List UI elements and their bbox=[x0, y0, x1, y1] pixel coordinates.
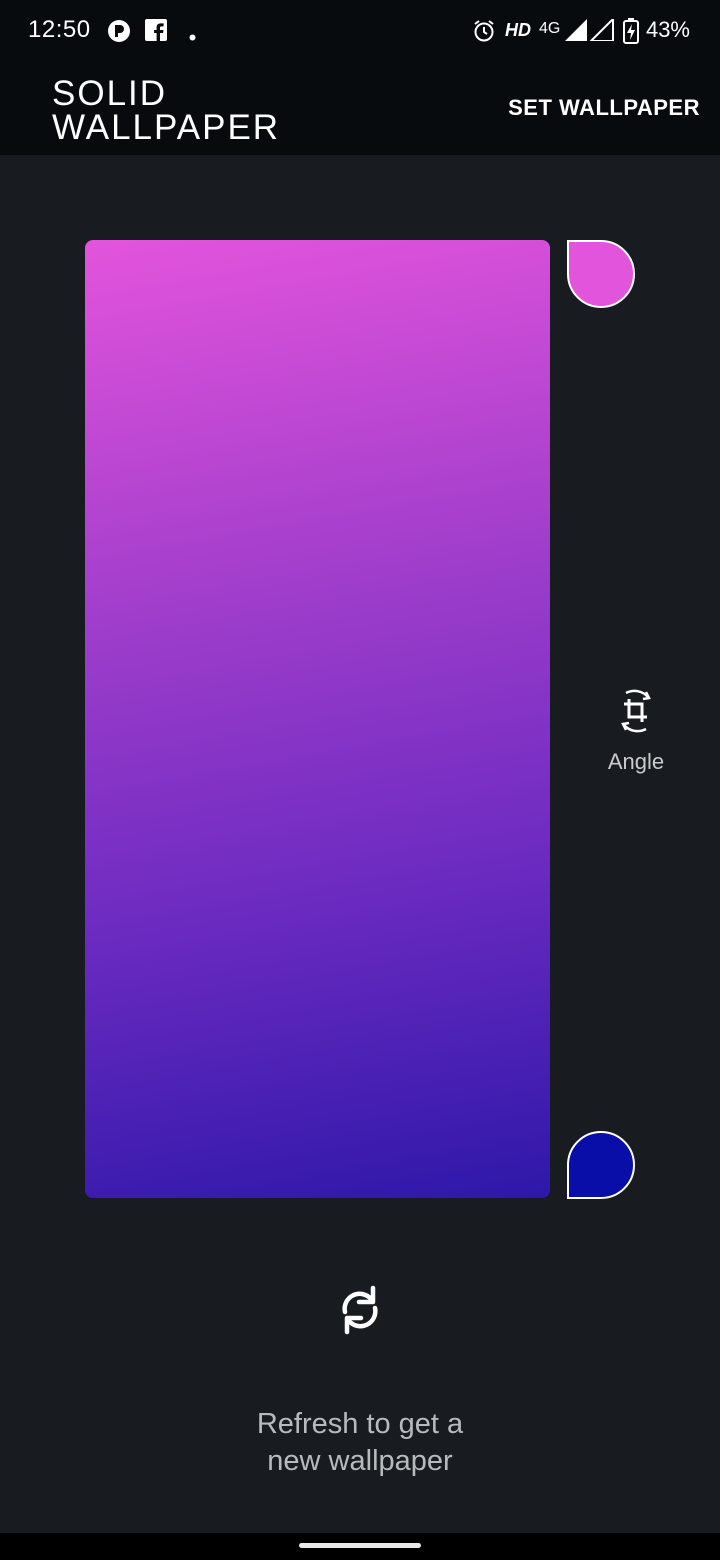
home-gesture-handle[interactable] bbox=[299, 1543, 421, 1548]
network-type-label: 4G bbox=[539, 20, 561, 37]
set-wallpaper-button[interactable]: SET WALLPAPER bbox=[508, 95, 700, 121]
angle-label: Angle bbox=[607, 749, 665, 774]
network-hd-label: HD bbox=[505, 20, 531, 40]
alarm-icon bbox=[472, 19, 496, 48]
crop-rotate-icon bbox=[621, 689, 651, 733]
navigation-bar bbox=[0, 1533, 720, 1560]
refresh-hint: Refresh to get a new wallpaper bbox=[160, 1406, 560, 1480]
logo-line1: SOLID bbox=[52, 74, 168, 113]
battery-percent: 43% bbox=[645, 17, 690, 42]
app-notification-icon bbox=[107, 19, 131, 48]
bottom-color-swatch[interactable] bbox=[567, 1131, 635, 1199]
refresh-button[interactable] bbox=[335, 1284, 385, 1336]
status-bar: 12:50 HD 4G 43% bbox=[0, 0, 720, 62]
battery-charging-icon bbox=[623, 18, 639, 49]
facebook-icon bbox=[145, 19, 167, 46]
refresh-icon bbox=[342, 1285, 378, 1335]
angle-button[interactable]: Angle bbox=[595, 688, 677, 780]
refresh-hint-line2: new wallpaper bbox=[267, 1445, 453, 1477]
app-bar: SOLID WALLPAPER SET WALLPAPER bbox=[0, 62, 720, 155]
dot-icon bbox=[189, 28, 196, 46]
status-time: 12:50 bbox=[28, 16, 91, 43]
wallpaper-preview bbox=[85, 240, 550, 1198]
top-color-swatch[interactable] bbox=[567, 240, 635, 308]
signal-icon bbox=[565, 16, 615, 46]
logo-line2: WALLPAPER bbox=[52, 108, 281, 147]
refresh-hint-line1: Refresh to get a bbox=[256, 1408, 464, 1440]
